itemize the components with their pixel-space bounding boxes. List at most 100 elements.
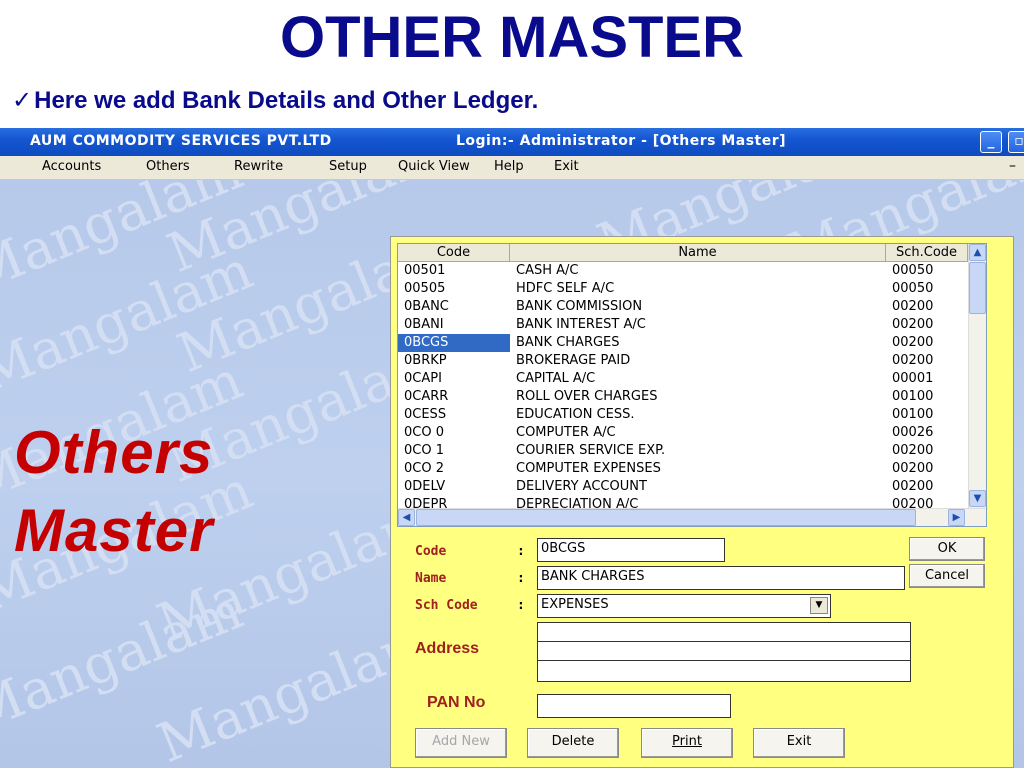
horizontal-scrollbar[interactable]: ◀ ▶ xyxy=(398,508,986,526)
exit-button[interactable]: Exit xyxy=(753,728,845,758)
restore-icon[interactable]: ▫ xyxy=(1008,131,1024,153)
slide-subtitle: ✓Here we add Bank Details and Other Ledg… xyxy=(12,86,538,115)
print-button[interactable]: Print xyxy=(641,728,733,758)
ledger-grid[interactable]: Code Name Sch.Code 00501 CASH A/C 00050 005… xyxy=(397,243,987,527)
scroll-thumb-horizontal[interactable] xyxy=(416,509,916,526)
cell-name: COMPUTER A/C xyxy=(516,425,616,440)
table-row[interactable]: 0CO 1 COURIER SERVICE EXP. 00200 xyxy=(398,442,968,460)
code-field[interactable]: 0BCGS xyxy=(537,538,725,562)
cell-code: 0BANI xyxy=(404,317,444,332)
cell-sch-code: 00050 xyxy=(892,281,934,296)
table-row[interactable]: 0CESS EDUCATION CESS. 00100 xyxy=(398,406,968,424)
scroll-thumb[interactable] xyxy=(969,262,986,314)
menu-setup[interactable]: Setup xyxy=(329,159,367,174)
ok-button[interactable]: OK xyxy=(909,537,985,561)
cell-sch-code: 00200 xyxy=(892,461,934,476)
delete-button[interactable]: Delete xyxy=(527,728,619,758)
menu-quick-view[interactable]: Quick View xyxy=(398,159,470,174)
table-row[interactable]: 0DELV DELIVERY ACCOUNT 00200 xyxy=(398,478,968,496)
cell-sch-code: 00026 xyxy=(892,425,934,440)
sch-code-label: Sch Code xyxy=(415,598,478,613)
cell-sch-code: 00200 xyxy=(892,353,934,368)
minimize-icon[interactable]: _ xyxy=(980,131,1002,153)
vertical-scrollbar[interactable]: ▲ ▼ xyxy=(968,244,986,508)
grid-rows: 00501 CASH A/C 00050 00505 HDFC SELF A/C 0005… xyxy=(398,262,968,514)
scroll-right-icon[interactable]: ▶ xyxy=(948,509,965,526)
cell-code: 0CESS xyxy=(404,407,447,422)
cell-code: 0CO 0 xyxy=(404,425,444,440)
checkmark-icon: ✓ xyxy=(12,87,33,114)
grid-header: Code Name Sch.Code xyxy=(398,244,968,262)
print-button-label: Print xyxy=(672,734,702,749)
cell-sch-code: 00200 xyxy=(892,317,934,332)
cell-sch-code: 00100 xyxy=(892,407,934,422)
address-line-1[interactable] xyxy=(537,622,911,642)
app-title: AUM COMMODITY SERVICES PVT.LTD xyxy=(30,133,332,149)
header-code[interactable]: Code xyxy=(398,244,510,262)
cell-name: HDFC SELF A/C xyxy=(516,281,615,296)
app-window: AUM COMMODITY SERVICES PVT.LTD Login:- A… xyxy=(0,128,1024,768)
scroll-left-icon[interactable]: ◀ xyxy=(398,509,415,526)
cell-code: 0CAPI xyxy=(404,371,442,386)
cell-name: CAPITAL A/C xyxy=(516,371,596,386)
table-row[interactable]: 0BRKP BROKERAGE PAID 00200 xyxy=(398,352,968,370)
cell-name: EDUCATION CESS. xyxy=(516,407,635,422)
cell-code: 0BANC xyxy=(404,299,449,314)
pan-no-label: PAN No xyxy=(427,694,486,711)
sch-code-colon: : xyxy=(517,598,525,613)
sch-code-value: EXPENSES xyxy=(541,597,609,612)
menu-minimize-icon[interactable]: – xyxy=(1009,158,1016,174)
name-label: Name xyxy=(415,571,447,586)
master-label: Master xyxy=(14,497,214,564)
subtitle-text: Here we add Bank Details and Other Ledge… xyxy=(34,87,539,114)
cell-sch-code: 00200 xyxy=(892,299,934,314)
scroll-up-icon[interactable]: ▲ xyxy=(969,244,986,261)
login-title: Login:- Administrator - [Others Master] xyxy=(456,133,787,149)
table-row[interactable]: 00505 HDFC SELF A/C 00050 xyxy=(398,280,968,298)
cell-sch-code: 00200 xyxy=(892,479,934,494)
cell-name: BANK CHARGES xyxy=(516,335,620,350)
cell-sch-code: 00050 xyxy=(892,263,934,278)
cell-name: BROKERAGE PAID xyxy=(516,353,631,368)
table-row[interactable]: 0CARR ROLL OVER CHARGES 00100 xyxy=(398,388,968,406)
table-row[interactable]: 00501 CASH A/C 00050 xyxy=(398,262,968,280)
menu-help[interactable]: Help xyxy=(494,159,524,174)
address-line-3[interactable] xyxy=(537,660,911,682)
address-line-2[interactable] xyxy=(537,641,911,661)
cell-code: 00501 xyxy=(404,263,446,278)
code-label: Code xyxy=(415,544,447,559)
cell-name: CASH A/C xyxy=(516,263,579,278)
menu-others[interactable]: Others xyxy=(146,159,190,174)
address-label: Address xyxy=(415,640,480,657)
code-colon: : xyxy=(517,544,525,559)
table-row[interactable]: 0CO 0 COMPUTER A/C 00026 xyxy=(398,424,968,442)
table-row[interactable]: 0CO 2 COMPUTER EXPENSES 00200 xyxy=(398,460,968,478)
cell-name: BANK COMMISSION xyxy=(516,299,643,314)
table-row[interactable]: 0CAPI CAPITAL A/C 00001 xyxy=(398,370,968,388)
cell-name: BANK INTEREST A/C xyxy=(516,317,646,332)
table-row[interactable]: 0BANC BANK COMMISSION 00200 xyxy=(398,298,968,316)
others-label: Others xyxy=(14,419,214,486)
cell-code: 0CO 1 xyxy=(404,443,444,458)
cancel-button[interactable]: Cancel xyxy=(909,564,985,588)
table-row[interactable]: 0BCGS BANK CHARGES 00200 xyxy=(398,334,968,352)
title-bar: AUM COMMODITY SERVICES PVT.LTD Login:- A… xyxy=(0,128,1024,156)
header-sch-code[interactable]: Sch.Code xyxy=(886,244,968,262)
menu-rewrite[interactable]: Rewrite xyxy=(234,159,283,174)
sch-code-select[interactable]: EXPENSES ▼ xyxy=(537,594,831,618)
header-name[interactable]: Name xyxy=(510,244,886,262)
name-field[interactable]: BANK CHARGES xyxy=(537,566,905,590)
scroll-down-icon[interactable]: ▼ xyxy=(969,490,986,507)
pan-no-field[interactable] xyxy=(537,694,731,718)
cell-name: COMPUTER EXPENSES xyxy=(516,461,661,476)
dropdown-arrow-icon[interactable]: ▼ xyxy=(810,597,828,614)
cell-code: 00505 xyxy=(404,281,446,296)
menu-accounts[interactable]: Accounts xyxy=(42,159,101,174)
cell-sch-code: 00200 xyxy=(892,335,934,350)
desktop-area: Mangalam Mangalam Mangalam Mangalam Mang… xyxy=(0,180,1024,768)
menu-exit[interactable]: Exit xyxy=(554,159,579,174)
add-new-button[interactable]: Add New xyxy=(415,728,507,758)
name-colon: : xyxy=(517,571,525,586)
table-row[interactable]: 0BANI BANK INTEREST A/C 00200 xyxy=(398,316,968,334)
cell-code: 0DELV xyxy=(404,479,446,494)
